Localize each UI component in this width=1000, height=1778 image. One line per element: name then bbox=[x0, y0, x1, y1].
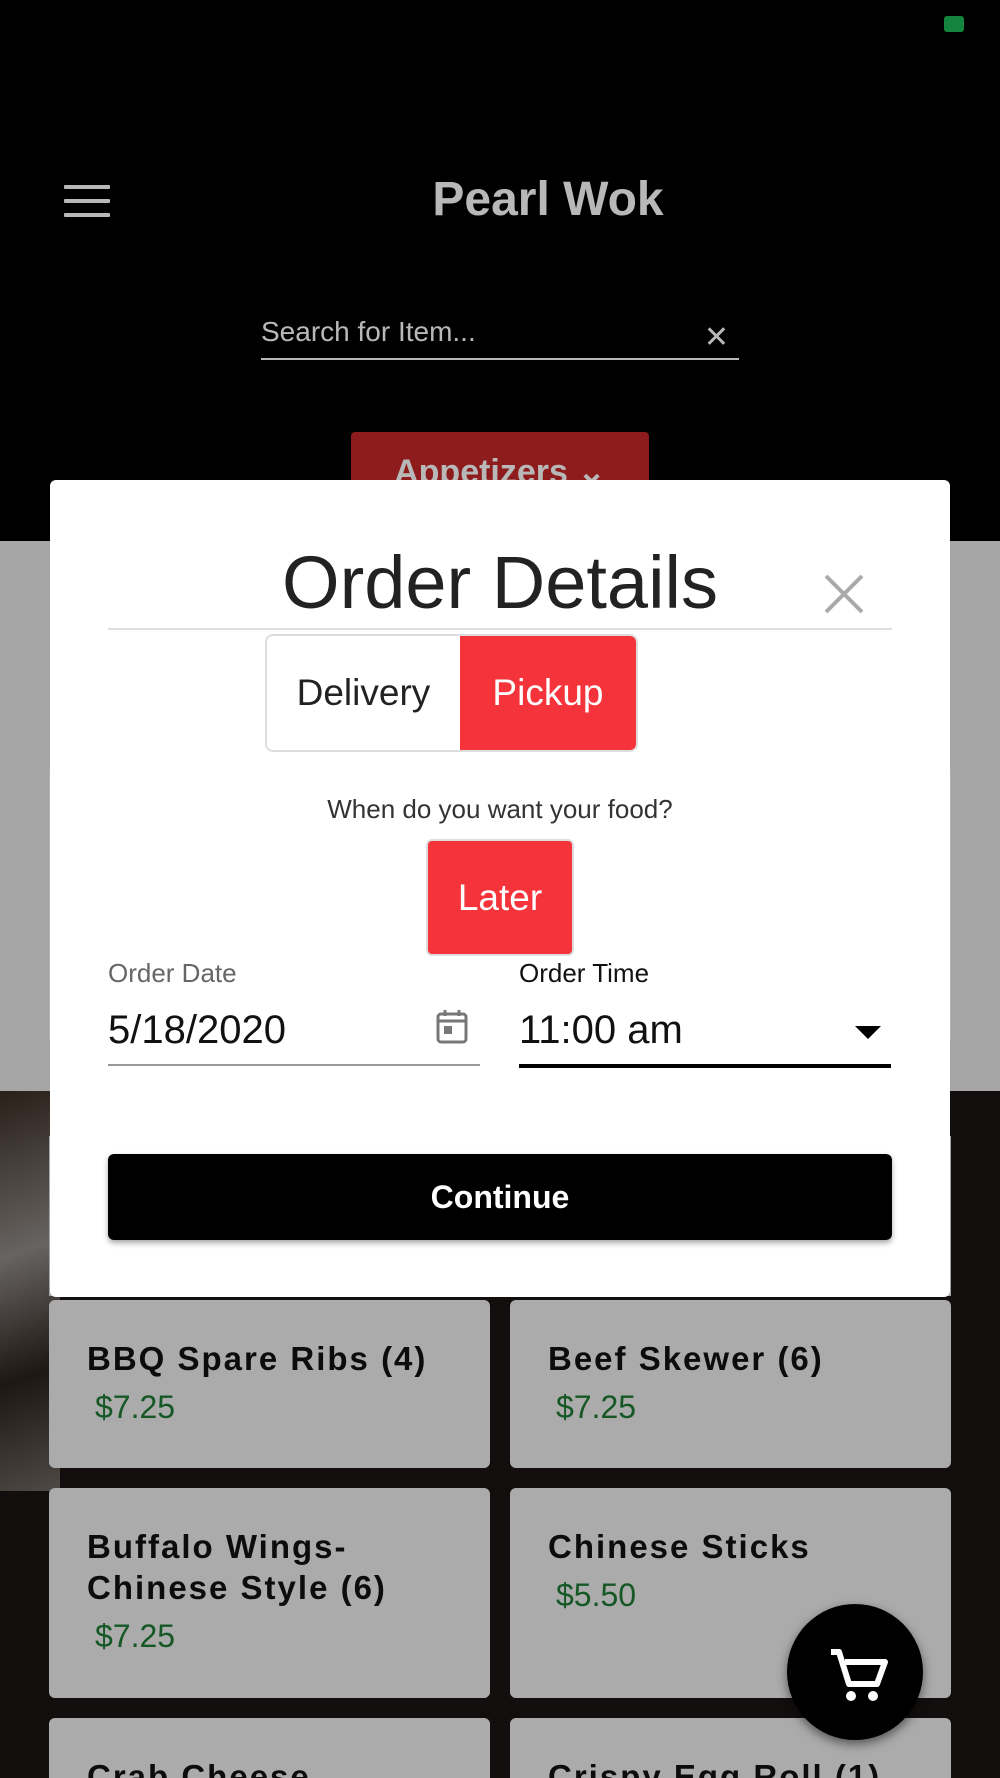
cart-icon bbox=[831, 1649, 888, 1701]
order-mode-toggle: Delivery Pickup bbox=[265, 634, 638, 752]
order-time-value: 11:00 am bbox=[519, 1008, 683, 1052]
when-question: When do you want your food? bbox=[327, 794, 673, 824]
order-details-modal: Order Details Delivery Pickup When do yo… bbox=[50, 480, 950, 1297]
cart-button[interactable] bbox=[787, 1604, 923, 1740]
close-icon bbox=[824, 574, 864, 614]
delivery-option[interactable]: Delivery bbox=[267, 636, 460, 750]
dropdown-arrow-icon bbox=[855, 1026, 881, 1039]
order-date-value: 5/18/2020 bbox=[108, 1008, 286, 1052]
modal-title: Order Details bbox=[282, 541, 718, 624]
later-button[interactable]: Later bbox=[426, 839, 574, 956]
order-time-select[interactable]: 11:00 am bbox=[519, 998, 891, 1068]
divider bbox=[108, 628, 892, 630]
order-time-label: Order Time bbox=[519, 958, 650, 988]
order-date-label: Order Date bbox=[108, 958, 237, 988]
order-date-field[interactable]: 5/18/2020 bbox=[108, 998, 480, 1066]
calendar-icon[interactable] bbox=[436, 1008, 468, 1044]
continue-button[interactable]: Continue bbox=[108, 1154, 892, 1240]
pickup-option[interactable]: Pickup bbox=[459, 636, 636, 750]
close-modal-button[interactable] bbox=[816, 566, 872, 622]
